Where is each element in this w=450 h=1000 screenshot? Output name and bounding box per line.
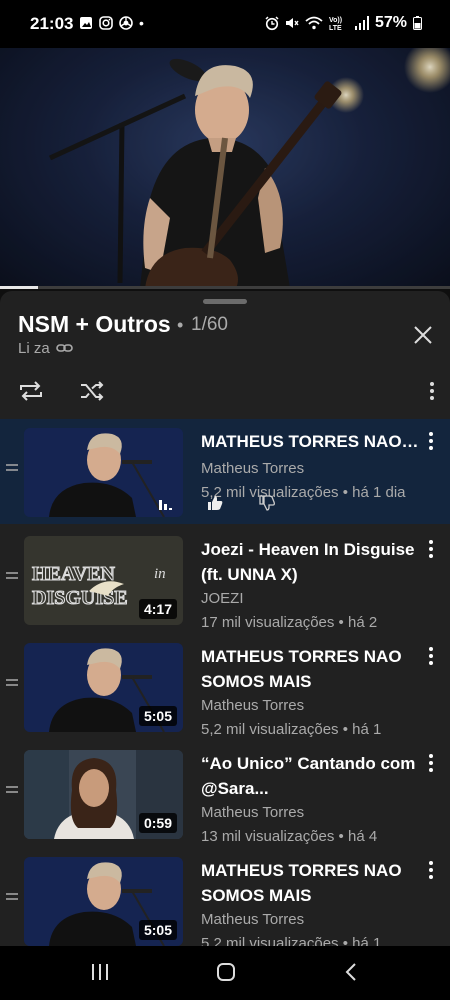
playlist-position: 1/60 bbox=[191, 314, 228, 335]
playlist-item[interactable]: 0:59 “Ao Unico” Cantando com @Sara... Ma… bbox=[0, 741, 450, 846]
drag-handle-icon[interactable] bbox=[6, 571, 18, 581]
video-thumbnail[interactable]: 5:05 bbox=[24, 857, 183, 946]
video-title: “Ao Unico” Cantando com @Sara... bbox=[201, 754, 416, 798]
video-channel: JOEZI bbox=[201, 590, 244, 607]
system-nav-bar bbox=[0, 946, 450, 1000]
item-more-icon[interactable] bbox=[424, 859, 438, 881]
svg-text:Vo)): Vo)) bbox=[329, 17, 342, 24]
video-meta: 13 mil visualizações • há 4 bbox=[201, 828, 378, 845]
video-thumbnail[interactable]: 0:59 bbox=[24, 750, 183, 839]
signal-icon bbox=[354, 16, 369, 30]
video-frame bbox=[0, 48, 450, 288]
back-icon[interactable] bbox=[344, 962, 358, 982]
playlist-title: NSM + Outros bbox=[18, 311, 171, 337]
svg-text:LTE: LTE bbox=[329, 25, 342, 31]
item-more-icon[interactable] bbox=[424, 752, 438, 774]
gallery-icon bbox=[80, 17, 92, 29]
recent-apps-icon[interactable] bbox=[91, 962, 109, 982]
status-left-icons: • bbox=[79, 15, 144, 31]
singer-thumbnail-image bbox=[24, 428, 183, 517]
link-icon bbox=[56, 344, 73, 352]
video-meta: 5,2 mil visualizações • há 1 dia bbox=[201, 484, 406, 501]
video-channel: Matheus Torres bbox=[201, 804, 305, 821]
drag-handle-icon[interactable] bbox=[6, 463, 18, 473]
video-meta: 5,2 mil visualizações • há 1 bbox=[201, 721, 382, 738]
thumb-text-disguise: DISGUISE bbox=[32, 587, 128, 609]
item-more-icon[interactable] bbox=[424, 645, 438, 667]
playlist-item[interactable]: 5:05 MATHEUS TORRES NAO SOMOS MAIS Mathe… bbox=[0, 848, 450, 946]
panel-drag-handle[interactable] bbox=[203, 299, 247, 304]
video-duration: 4:17 bbox=[138, 599, 177, 619]
video-channel: Matheus Torres bbox=[201, 460, 305, 477]
battery-icon bbox=[413, 16, 422, 30]
shuffle-icon[interactable] bbox=[79, 379, 105, 403]
status-right: Vo)) LTE 57% bbox=[265, 14, 422, 32]
playlist-separator: • bbox=[177, 315, 184, 335]
status-time: 21:03 bbox=[30, 14, 74, 33]
status-dot: • bbox=[139, 15, 144, 31]
video-title: MATHEUS TORRES NAO SOMOS MAIS bbox=[201, 861, 402, 905]
video-progress-bar[interactable] bbox=[0, 286, 450, 289]
drag-handle-icon[interactable] bbox=[6, 785, 18, 795]
video-title: Joezi - Heaven In Disguise (ft. UNNA X) bbox=[201, 540, 415, 584]
playlist-more-icon[interactable] bbox=[424, 380, 440, 402]
video-title: MATHEUS TORRES NAO SOMOS MAIS bbox=[201, 647, 402, 691]
playlist-item-active[interactable]: MATHEUS TORRES NAO SOMOS MAIS Matheus To… bbox=[0, 419, 450, 524]
drag-handle-icon[interactable] bbox=[6, 892, 18, 902]
video-thumbnail[interactable]: 5:05 bbox=[24, 643, 183, 732]
video-thumbnail[interactable]: HEAVEN in DISGUISE 4:17 bbox=[24, 536, 183, 625]
like-icon[interactable] bbox=[206, 494, 224, 512]
video-duration: 5:05 bbox=[138, 920, 177, 940]
playlist-item[interactable]: HEAVEN in DISGUISE 4:17 Joezi - Heaven I… bbox=[0, 527, 450, 632]
battery-percent: 57% bbox=[374, 14, 407, 31]
playlist-owner[interactable]: Li za bbox=[18, 340, 50, 357]
instagram-icon bbox=[99, 16, 113, 30]
wifi-icon bbox=[305, 16, 323, 30]
alarm-icon bbox=[265, 15, 279, 30]
chrome-icon bbox=[119, 16, 133, 30]
video-progress-fill bbox=[0, 286, 39, 289]
dislike-icon[interactable] bbox=[258, 494, 276, 512]
video-meta: 17 mil visualizações • há 2 bbox=[201, 614, 378, 631]
close-icon[interactable] bbox=[410, 322, 436, 348]
drag-handle-icon[interactable] bbox=[6, 678, 18, 688]
status-bar: 21:03 • Vo)) LTE 57% bbox=[0, 0, 450, 48]
video-duration: 0:59 bbox=[138, 813, 177, 833]
item-more-icon[interactable] bbox=[424, 538, 438, 560]
video-thumbnail[interactable] bbox=[24, 428, 183, 517]
video-duration: 5:05 bbox=[138, 706, 177, 726]
home-icon[interactable] bbox=[216, 962, 236, 982]
thumb-text-heaven: HEAVEN bbox=[32, 563, 116, 585]
volte-icon: Vo))LTE bbox=[329, 17, 342, 31]
playlist-item[interactable]: 5:05 MATHEUS TORRES NAO SOMOS MAIS Mathe… bbox=[0, 634, 450, 739]
mute-icon bbox=[285, 18, 299, 28]
video-meta: 5,2 mil visualizações • há 1 bbox=[201, 935, 382, 946]
loop-icon[interactable] bbox=[17, 379, 45, 403]
thumb-text-in: in bbox=[154, 566, 166, 582]
video-channel: Matheus Torres bbox=[201, 911, 305, 928]
video-channel: Matheus Torres bbox=[201, 697, 305, 714]
item-more-icon[interactable] bbox=[424, 430, 438, 452]
video-player[interactable] bbox=[0, 48, 450, 288]
playlist-panel: NSM + Outros • 1/60 Li za MATHEUS TORRES bbox=[0, 291, 450, 946]
video-title: MATHEUS TORRES NAO SOMOS MAIS bbox=[201, 432, 419, 451]
